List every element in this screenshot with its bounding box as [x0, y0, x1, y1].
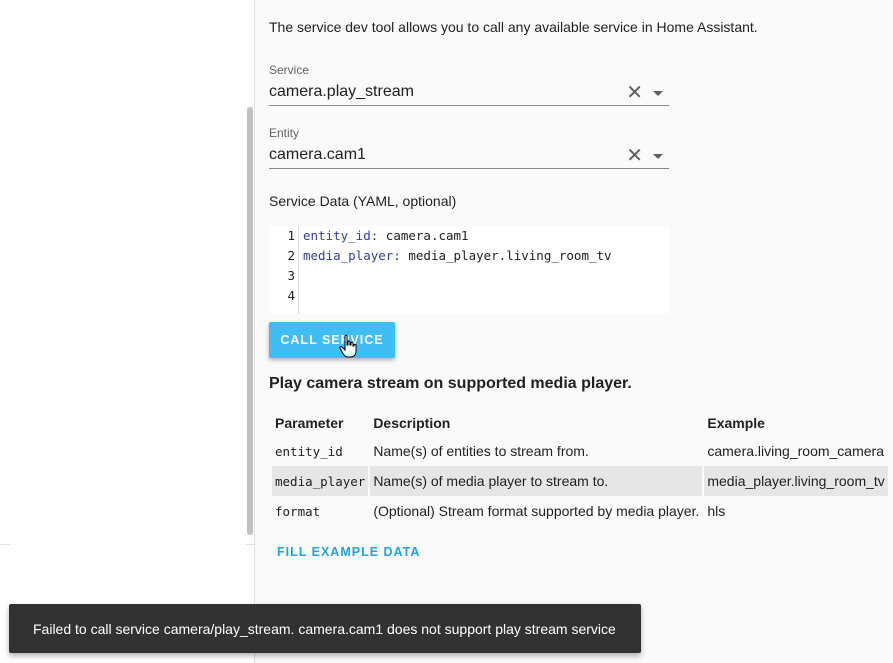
yaml-key: media_player:	[303, 248, 401, 263]
parameter-description: Name(s) of entities to stream from.	[373, 443, 589, 459]
code-line[interactable]: media_player: media_player.living_room_t…	[303, 246, 612, 266]
parameter-table: Parameter Description Example entity_id …	[270, 410, 890, 526]
entity-field-label: Entity	[269, 126, 300, 140]
sidebar-divider	[0, 544, 10, 545]
code-line[interactable]: entity_id: camera.cam1	[303, 226, 612, 246]
table-row: format (Optional) Stream format supporte…	[272, 496, 888, 526]
parameter-name: entity_id	[275, 443, 343, 459]
column-header-example: Example	[707, 415, 765, 431]
sidebar-divider	[246, 544, 254, 545]
yaml-value: media_player.living_room_tv	[400, 248, 612, 263]
sidebar	[0, 0, 255, 663]
parameter-example: hls	[707, 503, 726, 519]
yaml-editor[interactable]: 1 2 3 4 entity_id: camera.cam1 media_pla…	[269, 226, 669, 314]
line-number: 2	[287, 248, 295, 263]
table-header-row: Parameter Description Example	[272, 410, 888, 436]
close-icon[interactable]: ✕	[626, 146, 643, 166]
error-toast: Failed to call service camera/play_strea…	[9, 604, 641, 653]
service-field[interactable]: Service camera.play_stream ✕	[269, 63, 669, 106]
parameter-example: camera.living_room_camera	[707, 443, 884, 459]
close-icon[interactable]: ✕	[626, 83, 643, 103]
line-number: 3	[287, 268, 295, 283]
parameter-description: Name(s) of media player to stream to.	[370, 466, 703, 496]
yaml-key: entity_id:	[303, 228, 379, 243]
yaml-label: Service Data (YAML, optional)	[269, 193, 457, 209]
entity-field-value[interactable]: camera.cam1	[269, 146, 366, 164]
line-number: 4	[287, 288, 295, 303]
column-header-description: Description	[373, 415, 451, 431]
yaml-value: camera.cam1	[378, 228, 469, 243]
parameter-description: (Optional) Stream format supported by me…	[373, 503, 700, 519]
service-field-value[interactable]: camera.play_stream	[269, 83, 414, 101]
column-header-parameter: Parameter	[275, 415, 344, 431]
call-service-button[interactable]: CALL SERVICE	[269, 322, 395, 358]
parameter-name: media_player	[272, 466, 369, 496]
parameter-name: format	[275, 503, 321, 519]
service-description: Play camera stream on supported media pl…	[269, 375, 632, 392]
service-field-label: Service	[269, 63, 310, 77]
code-line[interactable]	[303, 266, 612, 286]
table-row: media_player Name(s) of media player to …	[272, 466, 888, 496]
code-lines[interactable]: entity_id: camera.cam1 media_player: med…	[303, 226, 612, 306]
service-dev-tool-panel: The service dev tool allows you to call …	[255, 0, 893, 663]
entity-field[interactable]: Entity camera.cam1 ✕	[269, 126, 669, 169]
intro-text: The service dev tool allows you to call …	[269, 19, 758, 35]
toast-message: Failed to call service camera/play_strea…	[33, 621, 616, 637]
fill-example-data-button[interactable]: FILL EXAMPLE DATA	[277, 545, 420, 559]
table-row: entity_id Name(s) of entities to stream …	[272, 436, 888, 466]
line-number-gutter: 1 2 3 4	[269, 226, 299, 314]
parameter-example: media_player.living_room_tv	[704, 466, 888, 496]
chevron-down-icon[interactable]	[653, 154, 663, 159]
code-line[interactable]	[303, 286, 612, 306]
sidebar-scrollbar[interactable]	[247, 107, 253, 535]
chevron-down-icon[interactable]	[653, 91, 663, 96]
line-number: 1	[287, 228, 295, 243]
hand-pointer-icon	[339, 334, 357, 358]
